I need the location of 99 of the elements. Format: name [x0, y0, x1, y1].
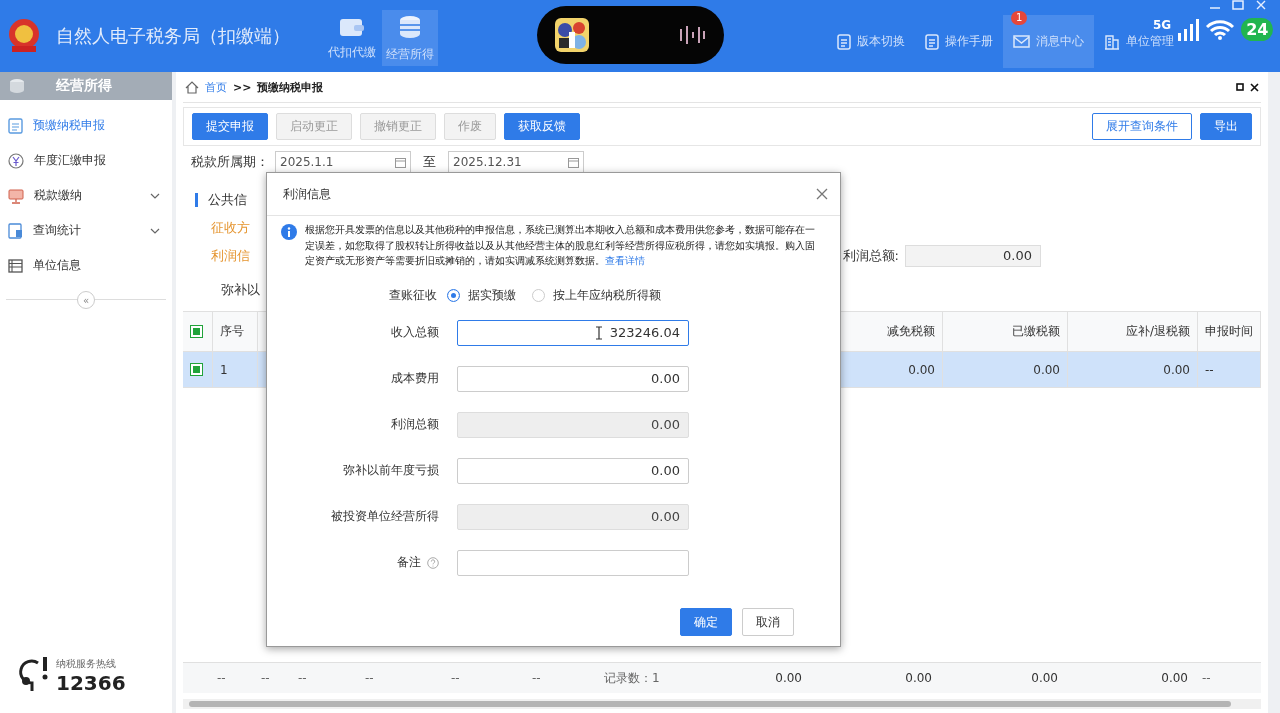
- nav-tab[interactable]: 代扣代缴: [324, 10, 380, 66]
- sidebar-item[interactable]: 单位信息: [0, 248, 172, 283]
- restore-icon[interactable]: [1236, 83, 1244, 91]
- input-field: 0.00: [457, 503, 689, 530]
- sidebar-item[interactable]: 预缴纳税申报: [0, 108, 172, 143]
- summary-cell-text: --: [297, 670, 308, 687]
- summary-cell-text: --: [364, 670, 375, 687]
- field-label: 征收方: [211, 219, 250, 237]
- summary-cell-text: 0.00: [774, 670, 803, 687]
- hotline-number: 12366: [56, 671, 126, 695]
- sidebar-title: 经营所得: [56, 77, 112, 95]
- field-label: 弥补以前年度亏损: [343, 462, 439, 479]
- notice-text: 根据您开具发票的信息以及其他税种的申报信息，系统已测算出本期收入总额和成本费用供您参考，数据可能存在一定误差，如您取得了股权转让所得收益以及从其他经营主体的股息红利等经营所得应税所得，请您如实填报。购入固定资产或无形资产等需要折旧或摊销的，请如实调减系统测算数据。查看详情: [305, 223, 816, 268]
- info-icon: [281, 224, 297, 240]
- maximize-icon[interactable]: [1232, 0, 1244, 10]
- summary-cell-text: 0.00: [1160, 670, 1189, 687]
- toolbar-button[interactable]: 提交申报: [192, 113, 268, 140]
- input-field[interactable]: 0.00: [457, 365, 689, 392]
- clipboard-icon: [8, 117, 23, 134]
- sidebar-item[interactable]: 税款缴纳: [0, 178, 172, 213]
- list-icon: [8, 258, 23, 273]
- document-icon: [837, 33, 851, 50]
- table-header-cell: 减免税额: [843, 312, 943, 351]
- header-link[interactable]: 操作手册: [915, 15, 1003, 68]
- field-label: 弥补以: [221, 281, 260, 299]
- field-label: 利润总额:: [842, 247, 899, 265]
- summary-cell-text: 0.00: [904, 670, 933, 687]
- field-label: 利润总额: [391, 416, 439, 433]
- sidebar-item[interactable]: 年度汇缴申报: [0, 143, 172, 178]
- table-header-cell: 应补/退税额: [1068, 312, 1198, 351]
- details-link[interactable]: 查看详情: [605, 255, 645, 266]
- radio-button[interactable]: [447, 288, 460, 302]
- field-label: 查账征收: [389, 286, 437, 304]
- input-field: 0.00: [457, 411, 689, 438]
- text-cursor-icon: [595, 325, 602, 340]
- readonly-field: 0.00: [905, 245, 1041, 267]
- field-label: 备注: [397, 554, 421, 571]
- table-cell: 1: [213, 352, 258, 387]
- monitor-icon: [8, 187, 24, 204]
- sidebar-item[interactable]: 查询统计: [0, 213, 172, 248]
- hotline-caption: 纳税服务热线: [56, 657, 117, 671]
- dialog-button[interactable]: 取消: [742, 608, 794, 636]
- close-icon[interactable]: [1250, 82, 1259, 92]
- table-cell: 0.00: [843, 352, 943, 387]
- summary-cell-text: --: [260, 670, 271, 687]
- app-title: 自然人电子税务局（扣缴端）: [56, 24, 290, 48]
- input-field[interactable]: 323246.04: [457, 319, 689, 346]
- nav-tab[interactable]: 经营所得: [382, 10, 438, 66]
- summary-cell-text: --: [216, 670, 227, 687]
- coins-icon: [8, 77, 26, 95]
- collapse-button[interactable]: «: [77, 291, 95, 309]
- signal-icon: [1177, 18, 1200, 41]
- table-header-cell: 序号: [213, 312, 258, 351]
- table-cell: 0.00: [943, 352, 1068, 387]
- report-icon: [8, 222, 23, 239]
- horizontal-scrollbar[interactable]: [183, 699, 1261, 709]
- breadcrumb-separator: >>: [233, 80, 252, 94]
- building-icon: [1104, 33, 1120, 50]
- section-title: 公共信: [208, 191, 247, 209]
- summary-cell-text: --: [1201, 670, 1212, 687]
- table-header-cell: 已缴税额: [943, 312, 1068, 351]
- calendar-icon: [395, 156, 406, 168]
- input-field[interactable]: 0.00: [457, 457, 689, 484]
- network-label: 5G: [1153, 18, 1172, 32]
- summary-cell-text: --: [450, 670, 461, 687]
- header-link[interactable]: 版本切换: [827, 15, 915, 68]
- input-field[interactable]: [457, 549, 689, 576]
- breadcrumb-link[interactable]: 首页: [205, 79, 227, 95]
- toolbar-button[interactable]: 获取反馈: [504, 113, 580, 140]
- table-header-cell: 申报时间: [1198, 312, 1261, 351]
- calendar-icon: [568, 156, 579, 168]
- breadcrumb-current: 预缴纳税申报: [257, 79, 324, 95]
- mail-icon: [1013, 35, 1030, 48]
- coins-icon: [397, 13, 423, 40]
- range-separator: 至: [423, 153, 436, 171]
- notification-badge: 1: [1011, 11, 1028, 25]
- wifi-icon: [1205, 18, 1236, 41]
- radio-option[interactable]: 据实预缴: [447, 286, 516, 304]
- checkbox[interactable]: [190, 325, 203, 338]
- field-label: 利润信: [211, 247, 250, 265]
- summary-cell-text: 0.00: [1030, 670, 1059, 687]
- summary-cell-text: 记录数：1: [603, 669, 661, 687]
- dialog-button[interactable]: 确定: [680, 608, 732, 636]
- sound-wave-icon: [678, 23, 706, 47]
- yen-icon: [8, 152, 24, 169]
- field-label: 成本费用: [391, 370, 439, 387]
- summary-cell-text: --: [531, 670, 542, 687]
- toolbar-button[interactable]: 导出: [1200, 113, 1252, 140]
- field-label: 被投资单位经营所得: [331, 508, 439, 525]
- toolbar-button[interactable]: 展开查询条件: [1092, 113, 1192, 140]
- home-icon[interactable]: [185, 80, 199, 94]
- dialog-title: 利润信息: [283, 185, 331, 203]
- period-label: 税款所属期：: [191, 153, 269, 171]
- table-cell: --: [1198, 352, 1261, 387]
- field-label: 收入总额: [391, 324, 439, 341]
- document-icon: [925, 33, 939, 50]
- radio-option[interactable]: 按上年应纳税所得额: [532, 286, 661, 304]
- checkbox[interactable]: [190, 363, 203, 376]
- table-cell: 0.00: [1068, 352, 1198, 387]
